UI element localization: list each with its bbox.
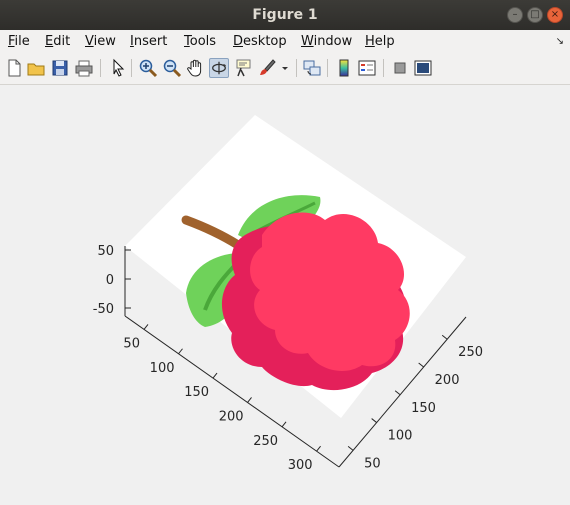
x-axis-tick-mark: [371, 418, 377, 423]
figure-axes[interactable]: 50 0 -50 50 100 150 200 250 300 50 100 150 200 250: [0, 85, 570, 505]
y-axis-tick-mark: [316, 445, 321, 452]
y-axis-tick-label: 300: [288, 458, 313, 473]
x-axis-tick-mark: [441, 334, 448, 340]
brush-dropdown-icon[interactable]: [279, 58, 291, 78]
x-axis-tick-mark: [418, 362, 424, 368]
x-axis-tick-label: 50: [364, 456, 381, 471]
data-cursor-icon[interactable]: [234, 58, 254, 78]
y-axis-tick-mark: [247, 397, 252, 403]
rotate-3d-icon[interactable]: [209, 58, 229, 78]
x-axis-tick-mark: [394, 390, 401, 396]
maximize-icon[interactable]: □: [527, 7, 543, 23]
x-axis-tick-label: 250: [458, 345, 483, 360]
open-file-icon[interactable]: [26, 58, 46, 78]
menu-file[interactable]: File: [8, 34, 30, 49]
menu-help[interactable]: Help: [365, 34, 395, 49]
zoom-in-icon[interactable]: [138, 58, 158, 78]
x-axis-tick-label: 150: [411, 401, 436, 416]
y-axis-tick-mark: [143, 324, 149, 330]
y-axis-tick-label: 150: [184, 385, 209, 400]
brush-icon[interactable]: [257, 58, 277, 78]
toolbar-separator: [383, 59, 384, 77]
toolbar-separator: [100, 59, 101, 77]
menu-edit[interactable]: Edit: [45, 34, 70, 49]
y-axis-tick-mark: [178, 348, 183, 355]
new-figure-icon[interactable]: [4, 58, 24, 78]
y-axis-tick-label: 250: [253, 434, 278, 449]
menu-view[interactable]: View: [85, 34, 116, 49]
insert-colorbar-icon[interactable]: [334, 58, 354, 78]
hide-plot-tools-icon[interactable]: [390, 58, 410, 78]
save-icon[interactable]: [50, 58, 70, 78]
menu-insert[interactable]: Insert: [130, 34, 167, 49]
y-axis-tick-label: 100: [150, 361, 175, 376]
y-axis-tick-label: 200: [219, 409, 244, 424]
menu-window[interactable]: Window: [301, 34, 352, 49]
z-axis-tick-label: -50: [93, 302, 114, 317]
window-title: Figure 1: [252, 7, 318, 23]
x-axis-tick-label: 200: [435, 373, 460, 388]
insert-legend-icon[interactable]: [357, 58, 377, 78]
toolbar-separator: [327, 59, 328, 77]
pointer-icon[interactable]: [108, 58, 128, 78]
x-axis-tick-label: 100: [388, 429, 413, 444]
dock-arrow-icon[interactable]: ↘: [556, 36, 564, 47]
toolbar: [0, 54, 570, 85]
menu-tools[interactable]: Tools: [184, 34, 216, 49]
show-plot-tools-icon[interactable]: [413, 58, 433, 78]
toolbar-separator: [131, 59, 132, 77]
x-axis-tick-mark: [347, 445, 354, 451]
print-icon[interactable]: [74, 58, 94, 78]
zoom-out-icon[interactable]: [162, 58, 182, 78]
close-icon[interactable]: ×: [547, 7, 563, 23]
y-axis-tick-label: 50: [123, 336, 140, 351]
z-axis-tick-label: 50: [97, 244, 114, 259]
link-plot-icon[interactable]: [302, 58, 322, 78]
menu-desktop[interactable]: Desktop: [233, 34, 287, 49]
pan-icon[interactable]: [186, 58, 206, 78]
z-axis-tick-label: 0: [106, 273, 114, 288]
y-axis-tick-mark: [281, 421, 287, 428]
toolbar-separator: [296, 59, 297, 77]
menu-bar: File Edit View Insert Tools Desktop Wind…: [0, 30, 570, 54]
minimize-icon[interactable]: –: [507, 7, 523, 23]
title-bar: Figure 1 – □ ×: [0, 0, 570, 30]
y-axis-tick-mark: [212, 372, 218, 379]
